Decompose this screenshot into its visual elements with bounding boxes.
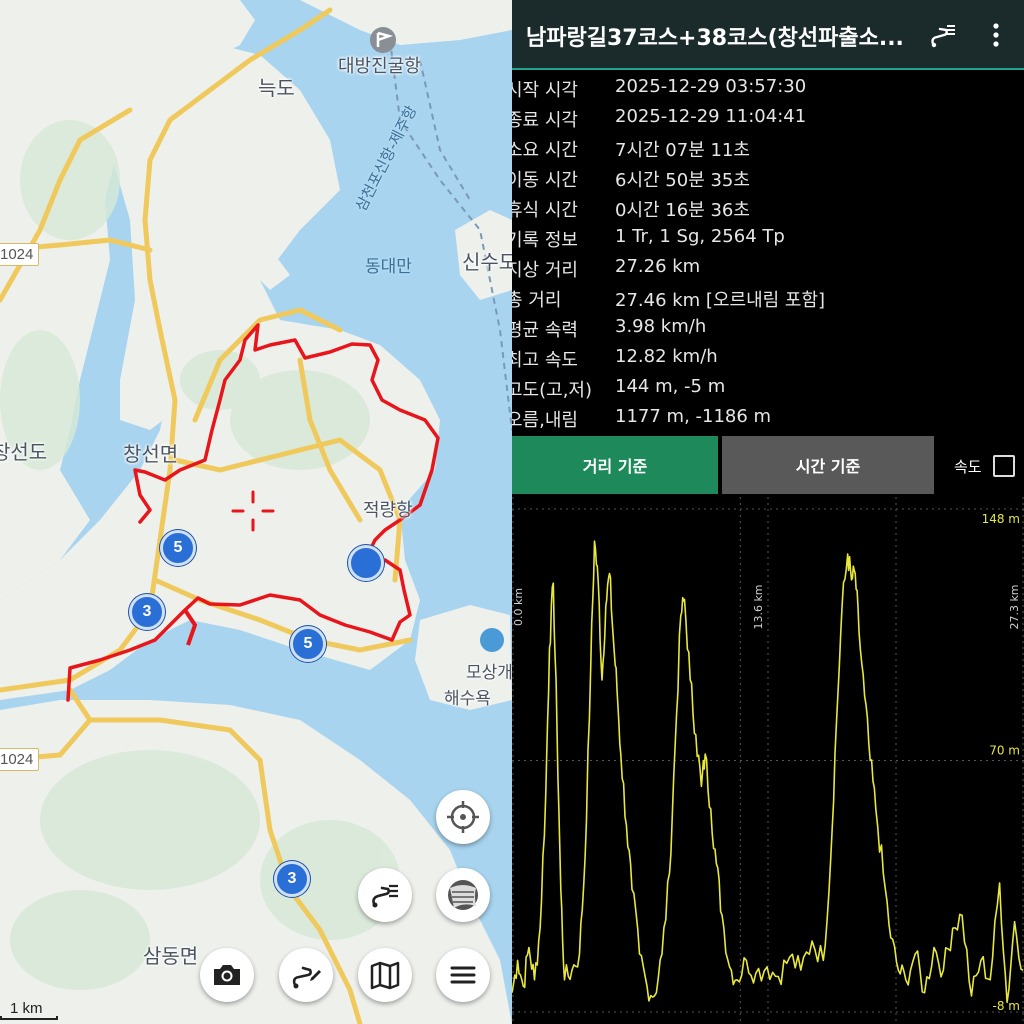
- stat-row-elapsed: 소요 시간 7시간 07분 11초: [512, 132, 1024, 162]
- map-label-changseon-myeon: 창선면: [123, 442, 179, 466]
- stat-label: 휴식 시간: [512, 200, 578, 221]
- map-view[interactable]: 대방진굴항 늑도 삼천포신항-제주항 동대만 신수도 창선면 창선도 적량항 모…: [0, 0, 512, 1024]
- stat-label: 소요 시간: [512, 140, 578, 161]
- y-tick-label: 70 m: [989, 744, 1020, 758]
- elevation-chart: 148 m 70 m -8 m 0.0 km 13.6 km 27.3 km: [512, 497, 1024, 1024]
- chart-grid: [512, 497, 1024, 1024]
- track-list-icon: [931, 25, 955, 48]
- map-label-beach: 해수욕: [444, 689, 491, 709]
- menu-button[interactable]: [436, 948, 490, 1002]
- stat-row-altitude: 고도(고,저) 144 m, -5 m: [512, 372, 1024, 402]
- crosshair-locate-icon: [447, 801, 479, 833]
- stat-row-moving-time: 이동 시간 6시간 50분 35초: [512, 162, 1024, 192]
- stat-label: 기록 정보: [512, 230, 578, 251]
- camera-icon: [214, 965, 240, 985]
- stat-value: 1177 m, -1186 m: [615, 406, 772, 427]
- track-list-button[interactable]: [358, 868, 412, 922]
- stat-label: 최고 속도: [512, 350, 578, 371]
- stat-value: 27.46 km [오르내림 포함]: [615, 290, 826, 311]
- stat-label: 이동 시간: [512, 170, 578, 191]
- tab-time-basis[interactable]: 시간 기준: [722, 436, 934, 494]
- speed-toggle-label: 속도: [954, 458, 982, 476]
- stat-value: 144 m, -5 m: [615, 376, 726, 397]
- stat-row-end-time: 종료 시각 2025-12-29 11:04:41: [512, 102, 1024, 132]
- more-vertical-icon: [993, 23, 999, 47]
- map-label-neukdo: 늑도: [258, 76, 295, 100]
- stat-value: 1 Tr, 1 Sg, 2564 Tp: [615, 226, 785, 247]
- stat-row-start-time: 시작 시각 2025-12-29 03:57:30: [512, 72, 1024, 102]
- speed-checkbox[interactable]: [993, 455, 1015, 477]
- track-list-button[interactable]: [926, 18, 960, 52]
- locate-button[interactable]: [436, 790, 490, 844]
- map-button[interactable]: [358, 948, 412, 1002]
- map-label-samdong: 삼동면: [143, 944, 199, 968]
- road-shield-partial: [348, 545, 384, 581]
- camera-button[interactable]: [200, 948, 254, 1002]
- x-distance-marker: 27.3 km: [1008, 584, 1021, 629]
- track-detail-panel: 남파랑길37코스+38코스(창선파출소... 시작 시각 2025-12-29 0…: [512, 0, 1024, 1024]
- tab-distance-basis[interactable]: 거리 기준: [512, 436, 718, 494]
- map-base: [0, 0, 512, 1024]
- hamburger-menu-icon: [450, 966, 476, 984]
- track-title: 남파랑길37코스+38코스(창선파출소...: [526, 26, 904, 51]
- track-list-icon: [372, 884, 398, 908]
- road-shield-3: 3: [274, 861, 310, 897]
- road-shield-3: 3: [129, 594, 165, 630]
- stat-row-max-speed: 최고 속도 12.82 km/h: [512, 342, 1024, 372]
- map-layer-icon: [448, 880, 478, 910]
- stat-row-avg-speed: 평균 속력 3.98 km/h: [512, 312, 1024, 342]
- road-shield-5: 5: [290, 626, 326, 662]
- road-shield-5: 5: [160, 530, 196, 566]
- map-label-dongdaeman: 동대만: [365, 257, 412, 277]
- track-edit-icon: [292, 966, 321, 989]
- stat-value: 2025-12-29 11:04:41: [615, 106, 807, 127]
- track-edit-button[interactable]: [279, 948, 333, 1002]
- road-number-1024-bottom: 1024: [0, 748, 40, 771]
- stat-value: 2025-12-29 03:57:30: [615, 76, 807, 97]
- stat-label: 평균 속력: [512, 320, 578, 341]
- stat-row-rest-time: 휴식 시간 0시간 16분 36초: [512, 192, 1024, 222]
- map-label-jeokryang: 적량항: [363, 500, 413, 521]
- x-distance-marker: 0.0 km: [512, 588, 525, 626]
- road-number-1024-top: 1024: [0, 243, 40, 266]
- stat-label: 오름,내림: [512, 410, 578, 431]
- stat-value: 3.98 km/h: [615, 316, 707, 337]
- map-scale-label: 1 km: [10, 1000, 43, 1017]
- stat-value: 6시간 50분 35초: [615, 170, 750, 191]
- more-options-button[interactable]: [979, 18, 1013, 52]
- stat-row-total-distance: 총 거리 27.46 km [오르내림 포함]: [512, 282, 1024, 312]
- map-label-daebang: 대방진굴항: [338, 56, 421, 77]
- x-distance-marker: 13.6 km: [752, 584, 765, 629]
- map-label-mosang: 모상개: [466, 663, 512, 683]
- app-bar: 남파랑길37코스+38코스(창선파출소...: [512, 0, 1024, 70]
- stat-value: 0시간 16분 36초: [615, 200, 750, 221]
- stat-label: 지상 거리: [512, 260, 578, 281]
- map-label-changseon-do: 창선도: [0, 440, 48, 464]
- map-scale-bar: [0, 1016, 58, 1020]
- stat-label: 총 거리: [512, 290, 562, 311]
- stat-row-record-info: 기록 정보 1 Tr, 1 Sg, 2564 Tp: [512, 222, 1024, 252]
- folded-map-icon: [370, 961, 400, 990]
- layers-button[interactable]: [436, 868, 490, 922]
- chart-series: [512, 540, 1024, 1004]
- stat-label: 고도(고,저): [512, 380, 593, 401]
- stat-value: 12.82 km/h: [615, 346, 718, 367]
- y-tick-label: -8 m: [993, 999, 1020, 1013]
- map-label-sinsu: 신수도: [462, 250, 512, 274]
- elevation-line: [512, 540, 1024, 1004]
- stat-value: 7시간 07분 11초: [615, 140, 750, 161]
- stat-value: 27.26 km: [615, 256, 701, 277]
- y-tick-label: 148 m: [982, 512, 1020, 526]
- stat-label: 종료 시각: [512, 110, 578, 131]
- stat-row-ascent-descent: 오름,내림 1177 m, -1186 m: [512, 402, 1024, 432]
- stat-label: 시작 시각: [512, 80, 578, 101]
- stat-row-ground-distance: 지상 거리 27.26 km: [512, 252, 1024, 282]
